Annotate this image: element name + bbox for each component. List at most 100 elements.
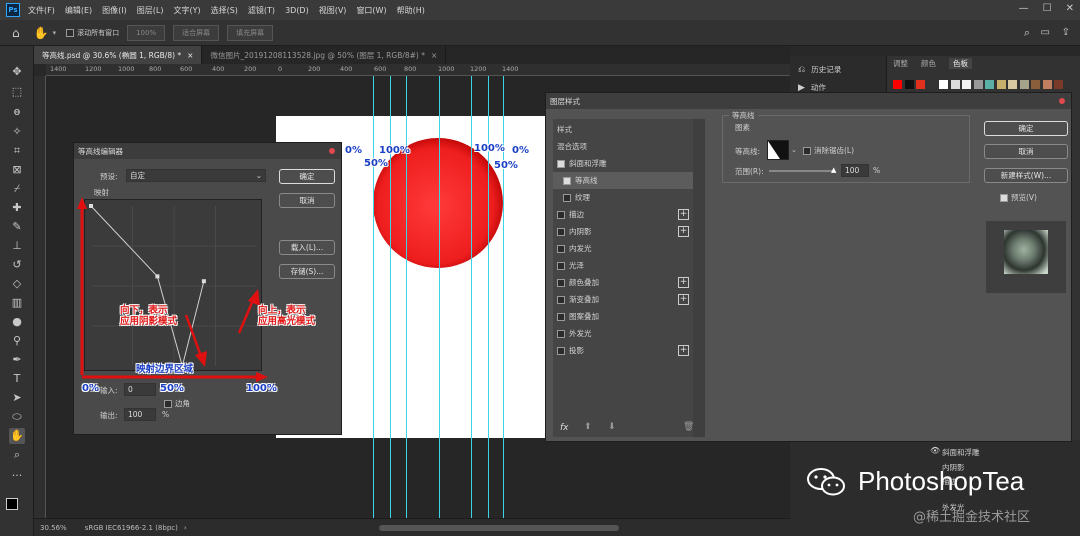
share-icon[interactable]: ⇪ bbox=[1062, 27, 1070, 38]
menu-layer[interactable]: 图层(L) bbox=[137, 5, 164, 16]
color-swatch[interactable] bbox=[962, 80, 971, 89]
preview-checkbox[interactable] bbox=[1000, 193, 1008, 202]
magic-wand-tool-icon[interactable]: ✧ bbox=[9, 124, 25, 140]
style-checkbox[interactable] bbox=[557, 329, 565, 338]
style-list-item[interactable]: 斜面和浮雕 bbox=[553, 155, 693, 172]
hand-tool-button-icon[interactable]: ✋ bbox=[9, 428, 25, 444]
style-checkbox[interactable] bbox=[563, 176, 571, 185]
add-effect-icon[interactable]: + bbox=[678, 209, 689, 220]
corner-option[interactable]: 边角 bbox=[164, 398, 190, 409]
maximize-icon[interactable]: ☐ bbox=[1043, 3, 1052, 14]
type-tool-icon[interactable]: T bbox=[9, 371, 25, 387]
style-checkbox[interactable] bbox=[563, 193, 571, 202]
gradient-tool-icon[interactable]: ▥ bbox=[9, 295, 25, 311]
menu-type[interactable]: 文字(Y) bbox=[173, 5, 200, 16]
add-effect-icon[interactable]: + bbox=[678, 345, 689, 356]
color-swatch[interactable] bbox=[1019, 80, 1029, 89]
menu-3d[interactable]: 3D(D) bbox=[285, 6, 309, 15]
fit-screen-button[interactable]: 适合屏幕 bbox=[173, 24, 220, 41]
zoom-100-button[interactable]: 100% bbox=[127, 24, 166, 41]
frame-tool-icon[interactable]: ⊠ bbox=[9, 162, 25, 178]
scroll-all-windows-checkbox[interactable] bbox=[66, 28, 75, 37]
menu-edit[interactable]: 编辑(E) bbox=[65, 5, 92, 16]
style-checkbox[interactable] bbox=[557, 261, 565, 270]
guide-line[interactable] bbox=[406, 76, 407, 518]
style-list-item[interactable]: 渐变叠加 + bbox=[553, 291, 693, 308]
corner-checkbox[interactable] bbox=[164, 399, 172, 408]
color-swatch[interactable] bbox=[939, 80, 948, 89]
style-list-item[interactable]: 投影 + bbox=[553, 342, 693, 359]
menu-filter[interactable]: 滤镜(T) bbox=[248, 5, 275, 16]
output-field[interactable]: 100 bbox=[124, 408, 156, 421]
color-swatch[interactable] bbox=[927, 80, 937, 89]
crop-tool-icon[interactable]: ⌗ bbox=[9, 143, 25, 159]
style-list-item[interactable]: 图案叠加 bbox=[553, 308, 693, 325]
contour-thumbnail[interactable] bbox=[767, 140, 789, 160]
color-swatch[interactable] bbox=[1042, 80, 1052, 89]
close-dialog-icon[interactable] bbox=[1059, 98, 1065, 104]
antialias-option[interactable]: 消除锯齿(L) bbox=[803, 145, 854, 156]
move-tool-icon[interactable]: ✥ bbox=[9, 64, 25, 80]
style-list-item[interactable]: 颜色叠加 + bbox=[553, 274, 693, 291]
style-checkbox[interactable] bbox=[557, 312, 565, 321]
stamp-tool-icon[interactable]: ⊥ bbox=[9, 238, 25, 254]
style-checkbox[interactable] bbox=[557, 295, 565, 304]
move-up-icon[interactable]: ⬆ bbox=[584, 422, 592, 432]
shape-tool-icon[interactable]: ⬭ bbox=[9, 409, 25, 425]
color-swatch[interactable] bbox=[1008, 80, 1017, 89]
zoom-tool-icon[interactable]: ⌕ bbox=[9, 447, 25, 463]
search-icon[interactable]: ⌕ bbox=[1024, 26, 1030, 40]
style-checkbox[interactable] bbox=[557, 210, 565, 219]
ok-button[interactable]: 确定 bbox=[984, 121, 1068, 136]
menu-select[interactable]: 选择(S) bbox=[211, 5, 238, 16]
add-effect-icon[interactable]: + bbox=[678, 294, 689, 305]
close-tab-icon[interactable]: × bbox=[187, 51, 193, 60]
style-checkbox[interactable] bbox=[557, 159, 565, 168]
style-list-item[interactable]: 外发光 bbox=[553, 325, 693, 342]
home-icon[interactable]: ⌂ bbox=[12, 26, 20, 40]
style-list-item[interactable]: 光泽 bbox=[553, 257, 693, 274]
color-swatch[interactable] bbox=[1031, 80, 1040, 89]
eraser-tool-icon[interactable]: ◇ bbox=[9, 276, 25, 292]
tab-swatches[interactable]: 色板 bbox=[949, 58, 972, 69]
foreground-color-swatch[interactable] bbox=[6, 498, 18, 510]
style-checkbox[interactable] bbox=[557, 278, 565, 287]
guide-line[interactable] bbox=[439, 76, 440, 518]
layer-effect-item[interactable]: 斜面和浮雕 bbox=[942, 447, 980, 458]
fill-screen-button[interactable]: 填充屏幕 bbox=[227, 24, 274, 41]
scroll-all-windows-option[interactable]: 滚动所有窗口 bbox=[66, 28, 119, 38]
tab-color[interactable]: 颜色 bbox=[921, 58, 936, 69]
style-list-item[interactable]: 样式 bbox=[553, 121, 693, 138]
style-list-item[interactable]: 内阴影 + bbox=[553, 223, 693, 240]
style-list-scrollbar[interactable] bbox=[693, 119, 705, 437]
path-select-tool-icon[interactable]: ➤ bbox=[9, 390, 25, 406]
style-list-item[interactable]: 混合选项 bbox=[553, 138, 693, 155]
color-swatch[interactable] bbox=[985, 80, 994, 89]
zoom-level[interactable]: 30.56% bbox=[40, 524, 67, 532]
menu-window[interactable]: 窗口(W) bbox=[356, 5, 386, 16]
tab-contour-psd[interactable]: 等高线.psd @ 30.6% (椭圆 1, RGB/8) * × bbox=[34, 46, 203, 64]
menu-help[interactable]: 帮助(H) bbox=[397, 5, 425, 16]
antialias-checkbox[interactable] bbox=[803, 146, 811, 155]
minimize-icon[interactable]: — bbox=[1019, 3, 1029, 14]
visibility-eye-icon[interactable]: 👁 bbox=[930, 446, 940, 455]
add-effect-icon[interactable]: + bbox=[678, 277, 689, 288]
menu-file[interactable]: 文件(F) bbox=[28, 5, 55, 16]
lasso-tool-icon[interactable]: ɵ bbox=[9, 104, 25, 120]
menu-view[interactable]: 视图(V) bbox=[319, 5, 347, 16]
menu-image[interactable]: 图像(I) bbox=[102, 5, 127, 16]
pen-tool-icon[interactable]: ✒ bbox=[9, 352, 25, 368]
new-style-button[interactable]: 新建样式(W)... bbox=[984, 168, 1068, 183]
history-panel-button[interactable]: ⎌ 历史记录 bbox=[798, 64, 841, 75]
contour-dropdown-chevron-icon[interactable]: ⌄ bbox=[791, 146, 797, 154]
move-down-icon[interactable]: ⬇ bbox=[608, 422, 616, 432]
tool-preset-chevron-icon[interactable]: ▾ bbox=[53, 29, 57, 37]
more-tools-icon[interactable]: ··· bbox=[9, 468, 25, 484]
cancel-button[interactable]: 取消 bbox=[984, 144, 1068, 159]
fx-icon[interactable]: fx bbox=[560, 423, 569, 433]
eyedropper-tool-icon[interactable]: ⌿ bbox=[9, 181, 25, 197]
color-swatch[interactable] bbox=[950, 80, 960, 89]
tab-adjustments[interactable]: 调整 bbox=[893, 58, 908, 69]
color-swatch[interactable] bbox=[1054, 80, 1063, 89]
add-effect-icon[interactable]: + bbox=[678, 226, 689, 237]
